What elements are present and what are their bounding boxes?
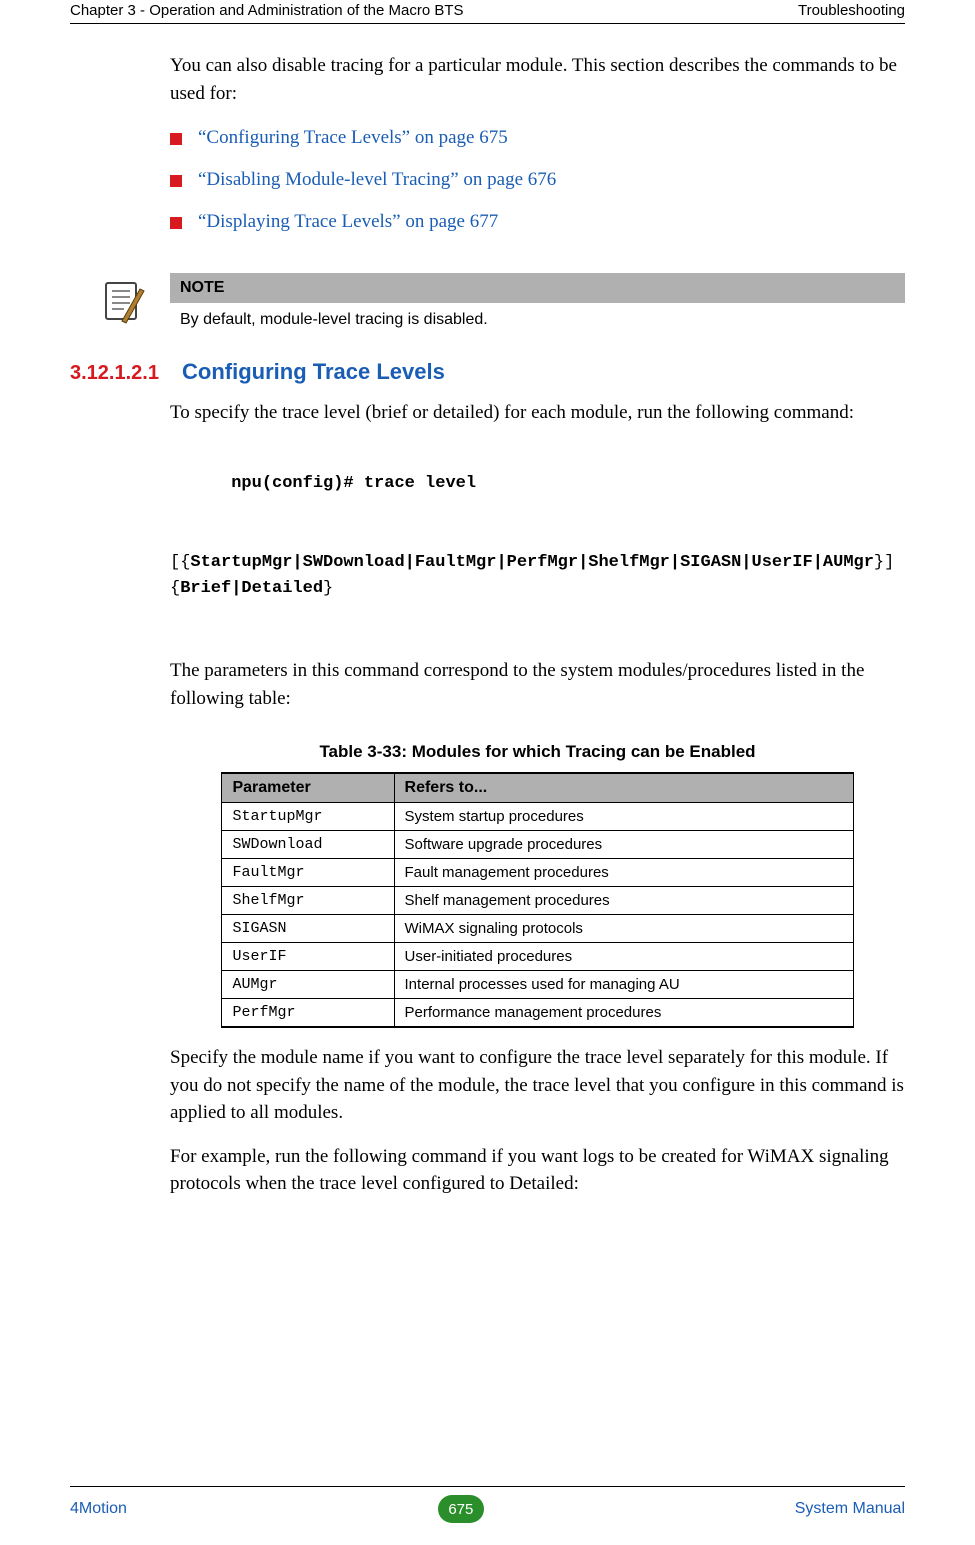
table-row: AUMgrInternal processes used for managin… [222, 971, 853, 999]
command-options: Brief|Detailed [180, 579, 323, 598]
table-cell-param: StartupMgr [222, 803, 394, 831]
modules-table: Parameter Refers to... StartupMgrSystem … [221, 772, 853, 1028]
table-cell-param: FaultMgr [222, 859, 394, 887]
table-row: StartupMgrSystem startup procedures [222, 803, 853, 831]
post-table-paragraph-1: Specify the module name if you want to c… [170, 1044, 905, 1127]
bullet-icon [170, 175, 182, 187]
list-item: “Displaying Trace Levels” on page 677 [170, 211, 905, 233]
section-intro: To specify the trace level (brief or det… [170, 399, 905, 427]
command-modules: StartupMgr|SWDownload|FaultMgr|PerfMgr|S… [190, 553, 874, 572]
note-icon [100, 314, 148, 331]
table-header: Refers to... [394, 773, 853, 803]
bullet-icon [170, 133, 182, 145]
section-number: 3.12.1.2.1 [70, 362, 182, 385]
section-title: Configuring Trace Levels [182, 359, 445, 385]
table-cell-param: SWDownload [222, 831, 394, 859]
table-cell-desc: Internal processes used for managing AU [394, 971, 853, 999]
list-item: “Configuring Trace Levels” on page 675 [170, 127, 905, 149]
note-title: NOTE [170, 273, 905, 303]
table-cell-desc: User-initiated procedures [394, 943, 853, 971]
table-row: UserIFUser-initiated procedures [222, 943, 853, 971]
table-caption: Table 3-33: Modules for which Tracing ca… [170, 742, 905, 762]
note-body: By default, module-level tracing is disa… [170, 303, 905, 339]
table-cell-param: ShelfMgr [222, 887, 394, 915]
table-cell-desc: Performance management procedures [394, 999, 853, 1028]
table-cell-param: UserIF [222, 943, 394, 971]
intro-paragraph: You can also disable tracing for a parti… [170, 52, 905, 107]
command-syntax: } [323, 579, 333, 598]
after-command-paragraph: The parameters in this command correspon… [170, 657, 905, 712]
table-cell-param: AUMgr [222, 971, 394, 999]
page-number-badge: 675 [438, 1495, 484, 1523]
command-text: npu(config)# trace level [231, 474, 476, 493]
table-cell-desc: WiMAX signaling protocols [394, 915, 853, 943]
xref-link[interactable]: “Displaying Trace Levels” on page 677 [198, 211, 498, 233]
table-row: FaultMgrFault management procedures [222, 859, 853, 887]
table-row: PerfMgrPerformance management procedures [222, 999, 853, 1028]
table-cell-param: PerfMgr [222, 999, 394, 1028]
xref-link[interactable]: “Configuring Trace Levels” on page 675 [198, 127, 508, 149]
table-cell-desc: Software upgrade procedures [394, 831, 853, 859]
footer-doc-title: System Manual [795, 1500, 905, 1518]
footer-product: 4Motion [70, 1500, 127, 1518]
page-footer: 4Motion 675 System Manual [70, 1486, 905, 1523]
command-syntax: [{ [170, 553, 190, 572]
note-callout: NOTE By default, module-level tracing is… [70, 273, 905, 339]
header-chapter: Chapter 3 - Operation and Administration… [70, 2, 464, 19]
page-header: Chapter 3 - Operation and Administration… [70, 0, 905, 19]
bullet-icon [170, 217, 182, 229]
header-section: Troubleshooting [798, 2, 905, 19]
list-item: “Disabling Module-level Tracing” on page… [170, 169, 905, 191]
header-rule [70, 23, 905, 24]
table-header-row: Parameter Refers to... [222, 773, 853, 803]
xref-list: “Configuring Trace Levels” on page 675 “… [170, 127, 905, 233]
table-cell-desc: Fault management procedures [394, 859, 853, 887]
xref-link[interactable]: “Disabling Module-level Tracing” on page… [198, 169, 556, 191]
table-cell-desc: Shelf management procedures [394, 887, 853, 915]
table-row: SIGASNWiMAX signaling protocols [222, 915, 853, 943]
table-row: ShelfMgrShelf management procedures [222, 887, 853, 915]
post-table-paragraph-2: For example, run the following command i… [170, 1143, 905, 1198]
table-cell-param: SIGASN [222, 915, 394, 943]
table-cell-desc: System startup procedures [394, 803, 853, 831]
table-header: Parameter [222, 773, 394, 803]
section-heading: 3.12.1.2.1 Configuring Trace Levels [70, 359, 905, 385]
footer-rule [70, 1486, 905, 1487]
table-row: SWDownloadSoftware upgrade procedures [222, 831, 853, 859]
command-block: npu(config)# trace level [{StartupMgr|SW… [170, 445, 905, 629]
